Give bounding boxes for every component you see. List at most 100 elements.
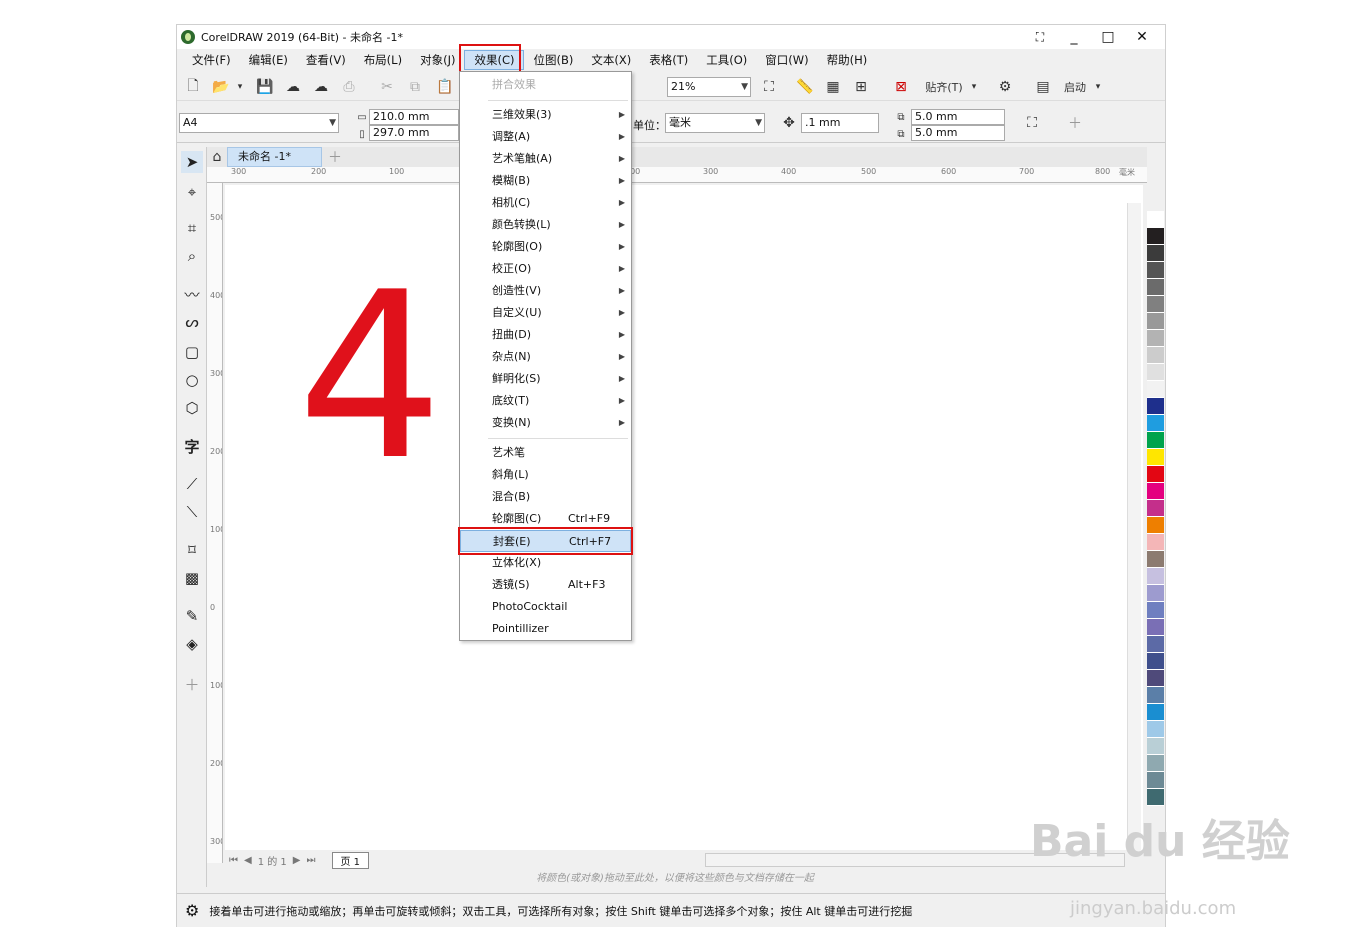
color-swatch[interactable]	[1147, 551, 1164, 568]
full-screen-icon[interactable]: ⛶	[759, 77, 779, 97]
page-first-icon[interactable]: ⏮	[229, 855, 238, 866]
close-button[interactable]: ✕	[1125, 27, 1159, 47]
color-swatch[interactable]	[1147, 568, 1164, 585]
page-frame-icon[interactable]: ⛶	[1021, 113, 1043, 133]
menu-table[interactable]: 表格(T)	[640, 50, 697, 70]
vertical-scrollbar[interactable]	[1127, 203, 1141, 851]
save-icon[interactable]: 💾	[255, 77, 275, 97]
menu-tools[interactable]: 工具(O)	[697, 50, 756, 70]
effects-menu-item[interactable]: 校正(O) ▶	[460, 258, 631, 280]
launch-icon[interactable]: ▤	[1033, 77, 1053, 97]
page-tab[interactable]: 页 1	[331, 851, 370, 869]
menu-window[interactable]: 窗口(W)	[756, 50, 817, 70]
menu-help[interactable]: 帮助(H)	[818, 50, 877, 70]
zoom-combo[interactable]: 21% ▼	[667, 77, 751, 97]
color-swatch[interactable]	[1147, 279, 1164, 296]
rulers-icon[interactable]: 📏	[795, 77, 815, 97]
options-gear-icon[interactable]: ⚙	[995, 77, 1015, 97]
cut-icon[interactable]: ✂	[377, 77, 397, 97]
duplicate-y-input[interactable]: 5.0 mm	[911, 125, 1005, 141]
fill-tool-icon[interactable]: ◈	[181, 633, 203, 655]
color-swatch[interactable]	[1147, 670, 1164, 687]
color-swatch[interactable]	[1147, 721, 1164, 738]
add-tool-icon[interactable]: ＋	[181, 673, 203, 695]
crop-tool-icon[interactable]: ⌗	[181, 217, 203, 239]
text-tool-icon[interactable]: 字	[181, 435, 203, 457]
ellipse-tool-icon[interactable]: ○	[181, 369, 203, 391]
color-swatch[interactable]	[1147, 296, 1164, 313]
effects-menu-item[interactable]: 轮廓图(O) ▶	[460, 236, 631, 258]
rectangle-tool-icon[interactable]: ▢	[181, 341, 203, 363]
effects-menu-item[interactable]: 模糊(B) ▶	[460, 170, 631, 192]
drawing-canvas[interactable]: 4	[225, 185, 1143, 850]
menu-edit[interactable]: 编辑(E)	[240, 50, 297, 70]
eyedropper-tool-icon[interactable]: ✎	[181, 605, 203, 627]
add-icon[interactable]: ＋	[1065, 113, 1085, 133]
color-swatch[interactable]	[1147, 534, 1164, 551]
effects-menu-item[interactable]: 变换(N) ▶	[460, 412, 631, 434]
cloud-upload-icon[interactable]: ☁	[311, 77, 331, 97]
effects-menu-item[interactable]: 艺术笔	[460, 442, 631, 464]
effects-menu-item[interactable]: 三维效果(3) ▶	[460, 104, 631, 126]
color-swatch[interactable]	[1147, 772, 1164, 789]
color-swatch[interactable]	[1147, 704, 1164, 721]
open-dropdown-icon[interactable]: ▾	[235, 77, 245, 97]
effects-menu-item[interactable]: 立体化(X)	[460, 552, 631, 574]
shape-tool-icon[interactable]: ⌖	[181, 181, 203, 203]
color-swatch[interactable]	[1147, 602, 1164, 619]
color-swatch[interactable]	[1147, 636, 1164, 653]
menu-object[interactable]: 对象(J)	[411, 50, 464, 70]
color-swatch[interactable]	[1147, 228, 1164, 245]
effects-menu-item[interactable]: 鲜明化(S) ▶	[460, 368, 631, 390]
transparency-tool-icon[interactable]: ▩	[181, 567, 203, 589]
color-swatch[interactable]	[1147, 466, 1164, 483]
grid-icon[interactable]: ▦	[823, 77, 843, 97]
zoom-tool-icon[interactable]: ⌕	[181, 245, 203, 267]
color-swatch[interactable]	[1147, 330, 1164, 347]
effects-menu-item[interactable]: 斜角(L)	[460, 464, 631, 486]
color-swatch[interactable]	[1147, 347, 1164, 364]
color-swatch[interactable]	[1147, 517, 1164, 534]
maximize-button[interactable]: □	[1091, 27, 1125, 47]
tab-document[interactable]: 未命名 -1*	[227, 147, 322, 167]
effects-menu-item[interactable]: Pointillizer	[460, 618, 631, 640]
color-swatch[interactable]	[1147, 738, 1164, 755]
effects-menu-item[interactable]: 轮廓图(C) Ctrl+F9	[460, 508, 631, 530]
launch-button[interactable]: 启动	[1055, 77, 1095, 97]
snap-to-button[interactable]: 贴齐(T)	[919, 77, 969, 97]
user-icon[interactable]: ⛶	[1023, 27, 1057, 47]
color-swatch[interactable]	[1147, 364, 1164, 381]
color-swatch[interactable]	[1147, 245, 1164, 262]
effects-menu-item[interactable]: 相机(C) ▶	[460, 192, 631, 214]
nudge-distance-input[interactable]: .1 mm	[801, 113, 879, 133]
snap-dropdown-icon[interactable]: ▾	[969, 77, 979, 97]
dimension-tool-icon[interactable]: ⟋	[181, 473, 203, 495]
menu-view[interactable]: 查看(V)	[297, 50, 355, 70]
color-swatch[interactable]	[1147, 585, 1164, 602]
snap-off-icon[interactable]: ⊠	[891, 77, 911, 97]
page-next-icon[interactable]: ▶	[293, 855, 301, 866]
effects-menu-item[interactable]: 创造性(V) ▶	[460, 280, 631, 302]
effects-menu-item[interactable]: 艺术笔触(A) ▶	[460, 148, 631, 170]
color-swatch[interactable]	[1147, 415, 1164, 432]
color-swatch[interactable]	[1147, 687, 1164, 704]
effects-menu-item[interactable]: 封套(E) Ctrl+F7	[460, 530, 631, 552]
freehand-tool-icon[interactable]: 〰	[181, 283, 203, 305]
color-swatch[interactable]	[1147, 653, 1164, 670]
effects-menu-item[interactable]: 混合(B)	[460, 486, 631, 508]
status-gear-icon[interactable]: ⚙	[185, 901, 199, 920]
menu-bitmap[interactable]: 位图(B)	[524, 50, 582, 70]
new-document-icon[interactable]: 🗋	[183, 77, 203, 97]
polygon-tool-icon[interactable]: ⬡	[181, 397, 203, 419]
guidelines-icon[interactable]: ⊞	[851, 77, 871, 97]
effects-menu-item[interactable]: 透镜(S) Alt+F3	[460, 574, 631, 596]
vertical-ruler[interactable]: 500 400 300 200 100 0 100 200 300	[207, 183, 223, 863]
open-folder-icon[interactable]: 📂	[211, 77, 231, 97]
page-width-input[interactable]: 210.0 mm	[369, 109, 459, 125]
menu-effects[interactable]: 效果(C)	[464, 50, 525, 70]
connector-tool-icon[interactable]: ⟍	[181, 501, 203, 523]
color-swatch[interactable]	[1147, 398, 1164, 415]
menu-text[interactable]: 文本(X)	[582, 50, 640, 70]
page-prev-icon[interactable]: ◀	[244, 855, 252, 866]
effects-menu-item[interactable]: 杂点(N) ▶	[460, 346, 631, 368]
